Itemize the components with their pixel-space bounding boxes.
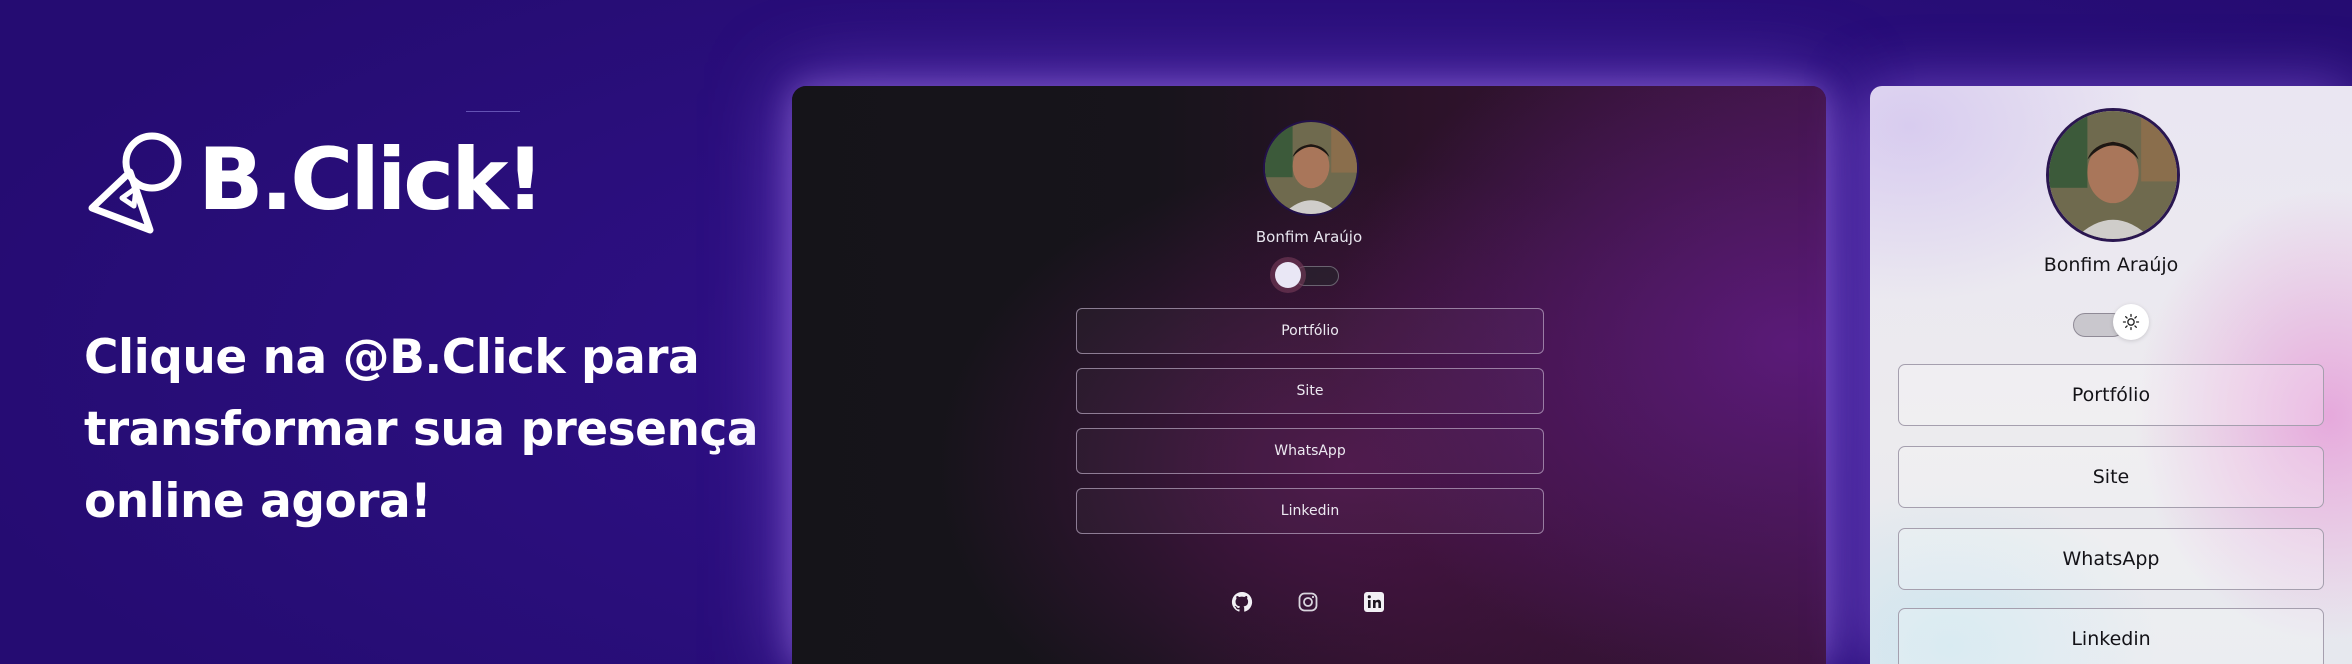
toggle-track: [1295, 266, 1339, 286]
link-button-linkedin[interactable]: Linkedin: [1076, 488, 1544, 534]
headline-line: online agora!: [84, 474, 432, 529]
profile-photo: [2049, 111, 2177, 239]
light-theme-preview-card: Bonfim Araújo Portfólio Site WhatsApp Li…: [1870, 86, 2352, 664]
github-icon[interactable]: [1230, 590, 1254, 614]
link-button-whatsapp[interactable]: WhatsApp: [1898, 528, 2324, 590]
profile-name: Bonfim Araújo: [1255, 228, 1363, 246]
link-button-site[interactable]: Site: [1898, 446, 2324, 508]
headline-line: Clique na @B.Click para: [84, 330, 700, 385]
link-button-portfolio[interactable]: Portfólio: [1898, 364, 2324, 426]
profile-photo: [1265, 122, 1357, 214]
linkedin-icon[interactable]: [1362, 590, 1386, 614]
theme-toggle[interactable]: [1275, 262, 1339, 288]
decorative-divider: [466, 111, 520, 112]
link-button-site[interactable]: Site: [1076, 368, 1544, 414]
toggle-knob: [2113, 304, 2149, 340]
headline-line: transformar sua presença: [84, 402, 759, 457]
brand-name: B.Click!: [198, 130, 545, 230]
headline: Clique na @B.Click para transformar sua …: [84, 322, 764, 538]
link-button-linkedin[interactable]: Linkedin: [1898, 608, 2324, 664]
instagram-icon[interactable]: [1296, 590, 1320, 614]
toggle-knob: [1275, 262, 1301, 288]
sun-icon: [2122, 313, 2140, 331]
dark-theme-preview-card: Bonfim Araújo Portfólio Site WhatsApp Li…: [792, 86, 1826, 664]
brand-logo: B.Click!: [84, 118, 545, 242]
avatar: [1263, 120, 1359, 216]
brand-mark-icon: [88, 132, 182, 234]
link-button-whatsapp[interactable]: WhatsApp: [1076, 428, 1544, 474]
avatar: [2046, 108, 2180, 242]
link-button-portfolio[interactable]: Portfólio: [1076, 308, 1544, 354]
profile-name: Bonfim Araújo: [2043, 254, 2179, 276]
theme-toggle[interactable]: [2073, 304, 2149, 340]
